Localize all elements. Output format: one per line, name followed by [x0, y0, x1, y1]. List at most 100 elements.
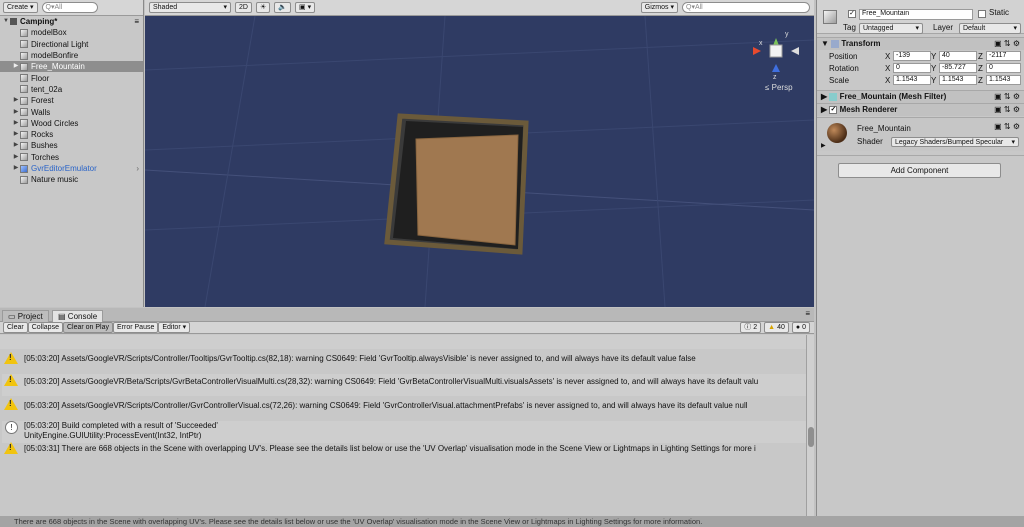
scale-y-field[interactable]: 1.1543: [939, 75, 977, 85]
shader-dropdown[interactable]: Legacy Shaders/Bumped Specular ▾: [891, 137, 1019, 147]
hierarchy-item-free-mountain[interactable]: ▶ Free_Mountain: [0, 61, 143, 73]
active-checkbox[interactable]: ✓: [848, 10, 856, 18]
console-scrollbar[interactable]: [806, 335, 814, 516]
hierarchy-item-wood-circles[interactable]: ▶ Wood Circles: [0, 118, 143, 129]
scene-root-row[interactable]: ▼ Camping* ≡: [0, 16, 143, 27]
hierarchy-item-gvr-editor-emulator[interactable]: ▶ GvrEditorEmulator ›: [0, 163, 143, 174]
hierarchy-item-directional-light[interactable]: Directional Light: [0, 39, 143, 50]
tag-dropdown[interactable]: Untagged ▾: [859, 23, 923, 34]
hierarchy-item-nature-music[interactable]: Nature music: [0, 174, 143, 185]
component-settings-icon[interactable]: ▣ ⇅ ⚙: [994, 38, 1020, 50]
collapsed-triangle-icon[interactable]: ▶: [12, 140, 20, 151]
static-label: Static: [989, 8, 1010, 17]
menu-icon[interactable]: ≡: [805, 309, 810, 318]
collapsed-triangle-icon[interactable]: ▶: [12, 163, 20, 174]
component-settings-icon[interactable]: ▣ ⇅ ⚙: [994, 91, 1020, 103]
static-checkbox[interactable]: [978, 10, 986, 18]
divider: [817, 155, 1024, 156]
collapsed-triangle-icon[interactable]: ▶: [12, 152, 20, 163]
add-component-button[interactable]: Add Component: [838, 163, 1001, 178]
log-entry[interactable]: [05:03:20] Assets/GoogleVR/Scripts/Contr…: [2, 398, 806, 420]
tab-project[interactable]: ▭ Project: [2, 310, 49, 322]
collapsed-triangle-icon[interactable]: ▶: [12, 129, 20, 140]
audio-toggle[interactable]: 🔈: [274, 2, 291, 13]
position-y-field[interactable]: 40: [939, 51, 977, 61]
menu-icon[interactable]: ≡: [134, 16, 139, 27]
rotation-x-field[interactable]: 0: [893, 63, 931, 73]
collapsed-triangle-icon[interactable]: ▶: [12, 118, 20, 129]
material-section: Free_Mountain Shader Legacy Shaders/Bump…: [817, 117, 1024, 151]
collapsed-triangle-icon[interactable]: ▶: [12, 107, 20, 118]
console-log-list[interactable]: [05:03:20] Assets/GoogleVR/Scripts/Contr…: [0, 335, 806, 516]
component-settings-icon[interactable]: ▣ ⇅ ⚙: [994, 122, 1020, 131]
hierarchy-item-rocks[interactable]: ▶ Rocks: [0, 129, 143, 140]
tag-label: Tag: [843, 23, 856, 32]
component-settings-icon[interactable]: ▣ ⇅ ⚙: [994, 104, 1020, 116]
gizmos-dropdown[interactable]: Gizmos ▾: [640, 2, 678, 13]
hierarchy-item-torches[interactable]: ▶ Torches: [0, 152, 143, 163]
expand-triangle-icon[interactable]: ▼: [2, 16, 10, 27]
mesh-renderer-enabled-checkbox[interactable]: ✓: [829, 105, 838, 114]
error-count-toggle[interactable]: ● 0: [791, 322, 810, 333]
2d-toggle[interactable]: 2D: [235, 2, 252, 13]
transform-header[interactable]: ▼ Transform ▣ ⇅ ⚙: [817, 37, 1024, 50]
scene-view[interactable]: x y z ≤ Persp: [145, 0, 814, 307]
position-z-field[interactable]: -2117: [986, 51, 1021, 61]
scale-z-field[interactable]: 1.1543: [986, 75, 1021, 85]
error-pause-toggle[interactable]: Error Pause: [113, 322, 159, 333]
object-name-field[interactable]: Free_Mountain: [859, 9, 973, 20]
effects-dropdown[interactable]: ▣ ▾: [294, 2, 316, 13]
image-icon: ▣: [298, 4, 306, 11]
hierarchy-search-input[interactable]: Q▾All: [41, 2, 98, 13]
scene-toolbar: Shaded ▾ 2D ☀ 🔈 ▣ ▾ Gizmos ▾ Q▾All: [145, 0, 814, 16]
status-bar[interactable]: There are 668 objects in the Scene with …: [0, 516, 1024, 527]
collapsed-triangle-icon[interactable]: ▶: [821, 142, 826, 149]
rotation-y-field[interactable]: -85.727: [939, 63, 977, 73]
layer-dropdown[interactable]: Default ▾: [959, 23, 1021, 34]
hierarchy-item-tent[interactable]: tent_02a: [0, 84, 143, 95]
mesh-filter-header[interactable]: ▶ Free_Mountain (Mesh Filter) ▣ ⇅ ⚙: [817, 90, 1024, 103]
inspector-panel: ✓ Free_Mountain Static Tag Untagged ▾ Lay…: [816, 0, 1024, 527]
gameobject-icon: [20, 96, 28, 105]
collapsed-triangle-icon[interactable]: ▶: [12, 61, 20, 72]
scene-canvas[interactable]: x y z ≤ Persp: [145, 0, 814, 307]
scale-x-field[interactable]: 1.1543: [893, 75, 931, 85]
info-count-toggle[interactable]: ⓘ 2: [740, 322, 762, 333]
position-x-field[interactable]: -139: [893, 51, 931, 61]
lighting-toggle[interactable]: ☀: [255, 2, 271, 13]
mesh-renderer-header[interactable]: ▶ ✓ Mesh Renderer ▣ ⇅ ⚙: [817, 103, 1024, 116]
hierarchy-item-forest[interactable]: ▶ Forest: [0, 95, 143, 106]
persp-label[interactable]: ≤ Persp: [765, 83, 793, 92]
shading-mode-dropdown[interactable]: Shaded ▾: [149, 2, 231, 13]
collapsed-triangle-icon[interactable]: ▶: [12, 95, 20, 106]
warning-count-toggle[interactable]: ▲ 40: [764, 322, 789, 333]
hierarchy-item-bushes[interactable]: ▶ Bushes: [0, 140, 143, 151]
gameobject-icon: [823, 10, 837, 24]
tab-console[interactable]: ▤ Console: [52, 310, 104, 322]
free-mountain-model[interactable]: [384, 113, 529, 255]
clear-on-play-toggle[interactable]: Clear on Play: [62, 322, 114, 333]
collapse-button[interactable]: Collapse: [27, 322, 63, 333]
log-entry[interactable]: ! [05:03:20] Build completed with a resul…: [2, 421, 806, 443]
create-button[interactable]: Create ▾: [3, 2, 38, 13]
chevron-right-icon[interactable]: ›: [136, 163, 139, 174]
log-entry[interactable]: [05:03:31] There are 668 objects in the …: [2, 442, 806, 460]
clear-button[interactable]: Clear: [3, 322, 28, 333]
speaker-icon: 🔈: [278, 4, 287, 11]
material-sphere-icon: [827, 123, 847, 143]
scene-search-input[interactable]: Q▾All: [682, 2, 810, 13]
hierarchy-toolbar: Create ▾ Q▾All: [0, 0, 143, 16]
hierarchy-item-modelbonfire[interactable]: modelBonfire: [0, 50, 143, 61]
rotation-z-field[interactable]: 0: [986, 63, 1021, 73]
gameobject-icon: [20, 130, 28, 139]
hierarchy-item-modelbox[interactable]: modelBox: [0, 27, 143, 38]
scrollbar-thumb[interactable]: [808, 427, 814, 447]
hierarchy-item-floor[interactable]: Floor: [0, 72, 143, 83]
mesh-filter-icon: [829, 92, 838, 101]
editor-dropdown[interactable]: Editor ▾: [158, 322, 191, 333]
log-entry[interactable]: [05:03:20] Assets/GoogleVR/Scripts/Contr…: [2, 352, 806, 372]
scene-name-label: Camping*: [20, 17, 58, 27]
hierarchy-item-walls[interactable]: ▶ Walls: [0, 106, 143, 117]
console-panel: ▭ Project ▤ Console ≡ Clear Collapse Cle…: [0, 308, 814, 527]
log-entry[interactable]: [05:03:20] Assets/GoogleVR/Beta/Scripts/…: [2, 374, 806, 396]
